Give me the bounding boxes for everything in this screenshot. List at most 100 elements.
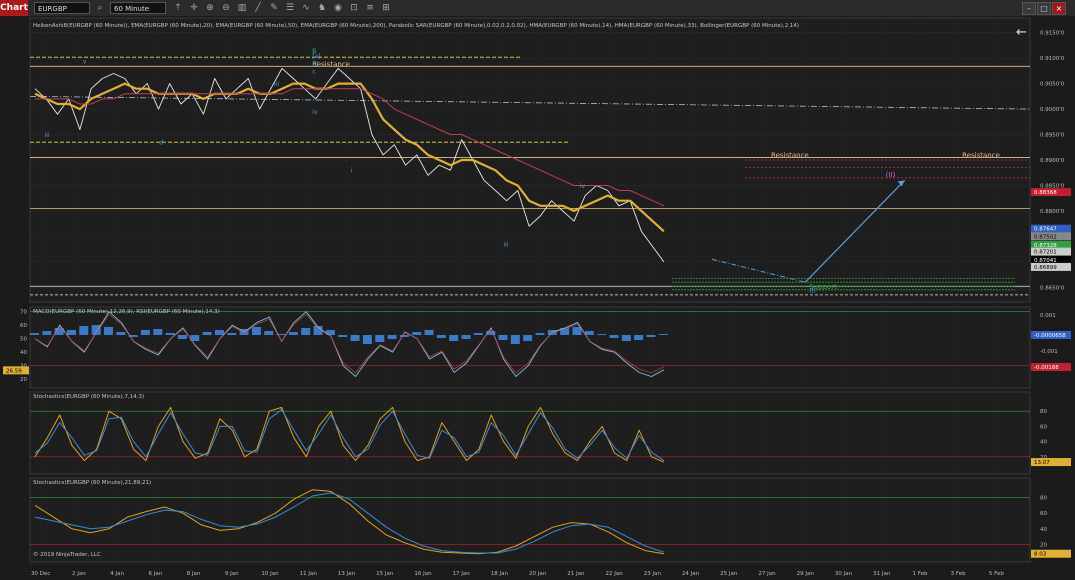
stoch-slow-title: Stochastics(EURGBP (60 Minute),21,89,21) bbox=[33, 480, 151, 486]
copyright-footer: © 2019 NinjaTrader, LLC bbox=[33, 551, 101, 558]
draw-icon[interactable]: ✎ bbox=[268, 2, 280, 14]
x-axis-tick: 30 Jan bbox=[835, 571, 853, 577]
macd-panel-title: MACD(EURGBP (60 Minute),12,26,9), RSI(EU… bbox=[33, 309, 220, 315]
rsi-value: 26.59 bbox=[6, 368, 22, 374]
macd-histogram-bar bbox=[116, 332, 126, 335]
macd-histogram-bar bbox=[412, 332, 422, 335]
x-axis-tick: 20 Jan bbox=[529, 571, 547, 577]
wave-annotation: (I) bbox=[312, 61, 318, 68]
x-axis-tick: 9 Jan bbox=[225, 571, 239, 577]
macd-histogram-bar bbox=[424, 330, 434, 335]
x-axis-tick: 29 Jan bbox=[797, 571, 815, 577]
macd-histogram-bar bbox=[42, 331, 52, 335]
macd-y-tick: 0.001 bbox=[1040, 313, 1056, 319]
price-y-tick: 0.9000'0 bbox=[1040, 107, 1065, 113]
macd-histogram-bar bbox=[436, 335, 446, 338]
x-axis-tick: 10 Jan bbox=[261, 571, 279, 577]
macd-rsi-panel[interactable] bbox=[29, 306, 1031, 389]
macd-histogram-bar bbox=[103, 327, 113, 335]
properties-icon[interactable]: ☰ bbox=[284, 2, 296, 14]
instrument-selector[interactable]: EURGBP bbox=[34, 2, 90, 14]
macd-histogram-bar bbox=[214, 330, 224, 335]
grid-icon[interactable]: ⊞ bbox=[380, 2, 392, 14]
wave-annotation: iii bbox=[503, 242, 508, 249]
x-axis-tick: 21 Jan bbox=[567, 571, 585, 577]
macd-histogram-bar bbox=[510, 335, 520, 344]
x-axis-tick: 27 Jan bbox=[758, 571, 776, 577]
macd-histogram-bar bbox=[375, 335, 385, 342]
wave-annotation: iv bbox=[312, 109, 318, 116]
macd-label: -0.00188 bbox=[1034, 365, 1059, 371]
x-axis-tick: 30 Dec bbox=[31, 571, 50, 577]
chart-tab[interactable]: Chart bbox=[0, 0, 28, 16]
macd-histogram-bar bbox=[288, 332, 298, 335]
macd-histogram-bar bbox=[165, 333, 175, 335]
crosshair-icon[interactable]: ✛ bbox=[188, 2, 200, 14]
macd-histogram-bar bbox=[79, 326, 89, 335]
macd-histogram-bar bbox=[153, 329, 163, 335]
price-y-tick: 0.9050'0 bbox=[1040, 82, 1065, 88]
price-label: 0.88368 bbox=[1034, 190, 1057, 196]
macd-histogram-bar bbox=[597, 334, 607, 335]
stoch-fast-title: Stochastics(EURGBP (60 Minute),7,14,3) bbox=[33, 394, 144, 400]
minimize-button[interactable]: – bbox=[1022, 2, 1036, 15]
x-axis-tick: 24 Jan bbox=[682, 571, 700, 577]
macd-histogram-bar bbox=[30, 333, 39, 335]
x-axis-tick: 3 Feb bbox=[951, 571, 966, 577]
macd-histogram-bar bbox=[461, 335, 471, 339]
stoch-y-tick: 40 bbox=[1040, 440, 1047, 446]
macd-histogram-bar bbox=[584, 331, 594, 335]
x-axis-tick: 11 Jan bbox=[300, 571, 318, 577]
lock-icon[interactable]: ⊡ bbox=[348, 2, 360, 14]
wave-annotation: c bbox=[312, 68, 315, 75]
macd-histogram-bar bbox=[177, 335, 187, 339]
indicator-icon[interactable]: ∿ bbox=[300, 2, 312, 14]
macd-histogram-bar bbox=[387, 335, 397, 339]
title-bar: Chart EURGBP ⌕ 60 Minute ⇡ ✛ ⊕ ⊖ ▥ ╱ ✎ ☰… bbox=[0, 0, 1075, 17]
interval-selector[interactable]: 60 Minute bbox=[110, 2, 166, 14]
screenshot-icon[interactable]: ◉ bbox=[332, 2, 344, 14]
search-icon[interactable]: ⌕ bbox=[94, 2, 106, 14]
list-icon[interactable]: ≡ bbox=[364, 2, 376, 14]
rsi-y-tick: 50 bbox=[20, 337, 27, 343]
strategy-icon[interactable]: ♞ bbox=[316, 2, 328, 14]
back-arrow-icon[interactable]: ← bbox=[1016, 25, 1027, 40]
zoom-out-icon[interactable]: ⊖ bbox=[220, 2, 232, 14]
trendline-icon[interactable]: ╱ bbox=[252, 2, 264, 14]
stoch-y-tick: 60 bbox=[1040, 424, 1047, 430]
x-axis-tick: 22 Jan bbox=[605, 571, 623, 577]
macd-histogram-bar bbox=[140, 330, 150, 335]
bars-icon[interactable]: ▥ bbox=[236, 2, 248, 14]
stoch-y-tick: 80 bbox=[1040, 496, 1047, 502]
x-axis-tick: 17 Jan bbox=[453, 571, 471, 577]
wave-annotation: (I) bbox=[809, 287, 815, 294]
wave-annotation: iii bbox=[274, 81, 279, 88]
macd-histogram-bar bbox=[658, 334, 668, 335]
stoch-y-tick: 40 bbox=[1040, 527, 1047, 533]
macd-histogram-bar bbox=[301, 328, 311, 335]
price-y-tick: 0.9150'0 bbox=[1040, 31, 1065, 37]
price-y-tick: 0.8800'0 bbox=[1040, 209, 1065, 215]
price-label: 0.86899 bbox=[1034, 265, 1057, 271]
zoom-in-icon[interactable]: ⊕ bbox=[204, 2, 216, 14]
stoch-value: 13.07 bbox=[1034, 460, 1050, 466]
stoch-value: 8.03 bbox=[1034, 552, 1047, 558]
macd-histogram-bar bbox=[362, 335, 372, 344]
cursor-icon[interactable]: ⇡ bbox=[172, 2, 184, 14]
price-panel-title: HeikenAshi8(EURGBP (60 Minute)), EMA(EUR… bbox=[33, 23, 799, 29]
macd-histogram-bar bbox=[634, 335, 644, 340]
close-button[interactable]: × bbox=[1052, 2, 1066, 15]
macd-histogram-bar bbox=[399, 335, 409, 337]
macd-histogram-bar bbox=[264, 331, 274, 335]
x-axis-tick: 4 Jan bbox=[110, 571, 124, 577]
macd-label: -0.0000658 bbox=[1034, 333, 1066, 339]
x-axis-tick: 25 Jan bbox=[720, 571, 738, 577]
macd-histogram-bar bbox=[350, 335, 360, 341]
maximize-button[interactable]: □ bbox=[1037, 2, 1051, 15]
macd-histogram-bar bbox=[621, 335, 631, 341]
stoch-slow-panel[interactable] bbox=[29, 477, 1031, 563]
x-axis-tick: 6 Jan bbox=[148, 571, 162, 577]
x-axis-tick: 15 Jan bbox=[376, 571, 394, 577]
chart-area[interactable]: ResistanceResistance ResistanceSupport(II… bbox=[0, 16, 1075, 580]
price-label: 0.87041 bbox=[1034, 258, 1057, 264]
